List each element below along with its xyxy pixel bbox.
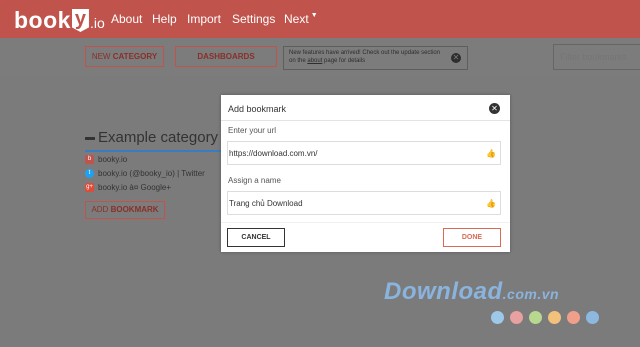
- dialog-title: Add bookmark: [228, 104, 287, 114]
- url-field-wrapper: 👍: [227, 141, 501, 165]
- notice-about-link[interactable]: about: [307, 58, 322, 64]
- google-plus-icon: g+: [85, 183, 94, 193]
- new-category-button[interactable]: NEW CATEGORY: [85, 46, 164, 67]
- new-category-prefix: NEW: [91, 52, 111, 61]
- bookmark-label: booky.io: [98, 155, 128, 164]
- url-label: Enter your url: [228, 126, 277, 135]
- collapse-icon[interactable]: [85, 136, 95, 140]
- nav-settings[interactable]: Settings: [232, 12, 275, 26]
- add-bookmark-button[interactable]: ADD BOOKMARK: [85, 201, 165, 219]
- divider: [221, 120, 510, 121]
- nav-next[interactable]: Next ▼: [284, 12, 318, 26]
- divider: [221, 222, 510, 223]
- new-category-bold: CATEGORY: [112, 52, 158, 61]
- thumbs-up-icon: 👍: [486, 199, 496, 208]
- close-icon[interactable]: ✕: [489, 103, 500, 114]
- nav-next-label: Next: [284, 12, 309, 26]
- name-input[interactable]: [228, 192, 479, 214]
- add-bookmark-dialog: Add bookmark ✕ Enter your url 👍 Assign a…: [221, 95, 510, 252]
- nav-import[interactable]: Import: [187, 12, 221, 26]
- thumbs-up-icon: 👍: [486, 149, 496, 158]
- cancel-button[interactable]: CANCEL: [227, 228, 285, 247]
- add-bookmark-prefix: ADD: [91, 205, 109, 214]
- watermark-dot: [491, 311, 504, 324]
- watermark-dot: [548, 311, 561, 324]
- twitter-bird-icon: t: [85, 169, 94, 179]
- download-watermark: Download.com.vn: [384, 278, 559, 306]
- booky-favicon-icon: b: [85, 155, 94, 165]
- logo-suffix: .io: [89, 15, 105, 31]
- booky-logo[interactable]: book y .io: [14, 4, 105, 32]
- watermark-dot: [510, 311, 523, 324]
- notice-text-end: page for details: [324, 58, 366, 64]
- close-icon[interactable]: ✕: [451, 53, 461, 63]
- watermark-text: Download: [384, 278, 503, 305]
- category-title-text: Example category: [98, 129, 219, 146]
- top-navbar: book y .io About Help Import Settings Ne…: [0, 0, 640, 38]
- logo-y-badge: y: [71, 9, 89, 32]
- watermark-dot: [586, 311, 599, 324]
- watermark-suffix: .com.vn: [502, 286, 560, 302]
- add-bookmark-bold: BOOKMARK: [110, 205, 159, 214]
- caret-down-icon: ▼: [310, 12, 318, 19]
- bookmark-item[interactable]: t booky.io (@booky_io) | Twitter: [85, 169, 205, 179]
- name-field-wrapper: 👍: [227, 191, 501, 215]
- bookmark-label: booky.io à¤ Google+: [98, 183, 172, 192]
- dashboards-button[interactable]: DASHBOARDS: [175, 46, 277, 67]
- watermark-dots: [491, 311, 599, 324]
- category-title[interactable]: Example category: [85, 129, 218, 146]
- watermark-dot: [529, 311, 542, 324]
- bookmark-label: booky.io (@booky_io) | Twitter: [98, 169, 205, 178]
- bookmark-item[interactable]: b booky.io: [85, 155, 128, 165]
- nav-help[interactable]: Help: [152, 12, 177, 26]
- name-label: Assign a name: [228, 176, 281, 185]
- bookmark-item[interactable]: g+ booky.io à¤ Google+: [85, 183, 172, 193]
- nav-about[interactable]: About: [111, 12, 142, 26]
- filter-bookmarks-input[interactable]: [553, 44, 640, 70]
- done-button[interactable]: DONE: [443, 228, 501, 247]
- feature-notice: New features have arrived! Check out the…: [283, 46, 468, 70]
- logo-text: book: [14, 7, 71, 33]
- url-input[interactable]: [228, 142, 479, 164]
- watermark-dot: [567, 311, 580, 324]
- category-underline: [85, 150, 221, 152]
